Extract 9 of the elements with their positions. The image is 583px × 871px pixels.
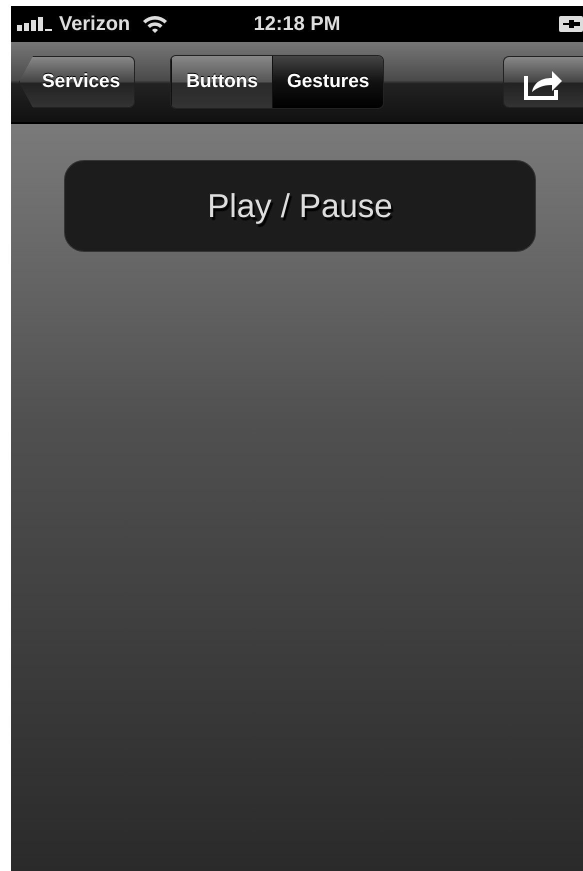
carrier-name: Verizon [59, 12, 130, 36]
signal-icon [17, 17, 53, 31]
segment-tab[interactable]: Buttons [171, 56, 272, 108]
back-button[interactable]: Services [19, 56, 136, 108]
play-pause-button[interactable]: Play / Pause [64, 160, 536, 252]
share-button[interactable] [503, 56, 583, 108]
clock: 12:18 PM [254, 12, 340, 36]
wifi-icon [142, 14, 168, 34]
segment-tab[interactable]: Gestures [272, 56, 384, 108]
